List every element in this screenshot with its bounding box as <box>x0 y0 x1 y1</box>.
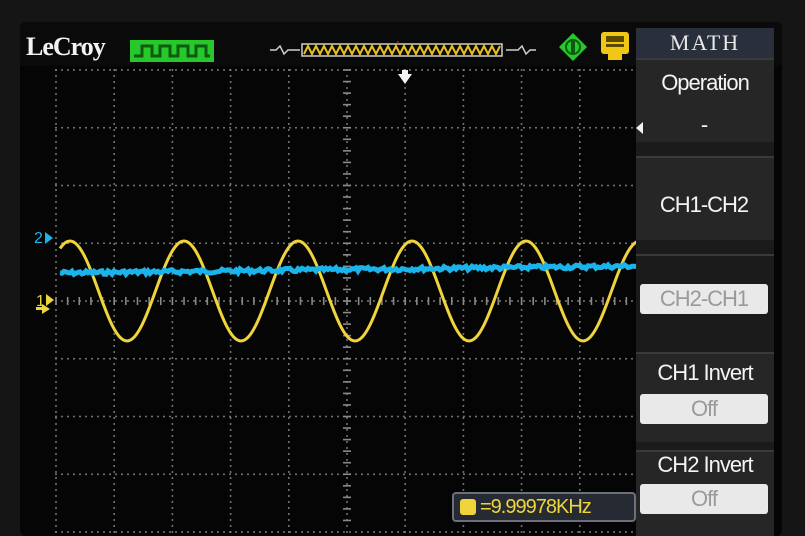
trigger-time-marker <box>398 70 412 84</box>
frequency-readout: =9.99978KHz <box>452 492 636 522</box>
ch2-marker-label: 2 <box>34 230 43 247</box>
channel-2-ground-marker[interactable]: 2 <box>34 230 53 247</box>
brand-logo: LeCroy <box>26 32 106 61</box>
status-waveform-icon <box>130 40 214 62</box>
operation-value: - <box>700 112 708 137</box>
ch2-invert-toggle[interactable]: Off <box>640 484 768 514</box>
graticule-grid <box>55 69 639 533</box>
ch2-minus-ch1-button[interactable]: CH2-CH1 <box>640 284 768 314</box>
waveform-display: 2 1 <box>34 69 640 533</box>
ch2-invert-label: CH2 Invert <box>657 452 753 477</box>
math-menu-panel: Operation - CH1-CH2 CH2-CH1 CH1 Invert O… <box>636 58 774 536</box>
menu-title: MATH <box>636 28 774 58</box>
acquisition-status-icon <box>130 40 214 62</box>
ch1-minus-ch2-label: CH1-CH2 <box>659 192 749 217</box>
ch2-minus-ch1-option[interactable]: CH2-CH1 <box>636 254 774 338</box>
trigger-position-bar-icon: T <box>270 41 536 57</box>
storage-icon <box>601 32 629 60</box>
ch1-invert-toggle[interactable]: Off <box>640 394 768 424</box>
ch2-invert-block[interactable]: CH2 Invert Off <box>636 450 774 536</box>
ch1-invert-label: CH1 Invert <box>657 360 753 385</box>
scope-screen: LeCroy T MATH 2 1 Operation - CH1-CH2 CH… <box>20 22 782 536</box>
ch1-minus-ch2-option[interactable]: CH1-CH2 <box>636 156 774 240</box>
trigger-marker: T <box>395 41 401 47</box>
operation-menu-block[interactable]: Operation - <box>636 58 774 142</box>
ch1-invert-block[interactable]: CH1 Invert Off <box>636 352 774 442</box>
channel-1-measurement-icon <box>460 499 476 515</box>
run-status-icon <box>559 33 587 61</box>
frequency-value: =9.99978KHz <box>480 496 592 518</box>
operation-label: Operation <box>661 70 750 95</box>
channel-1-waveform <box>58 239 639 343</box>
